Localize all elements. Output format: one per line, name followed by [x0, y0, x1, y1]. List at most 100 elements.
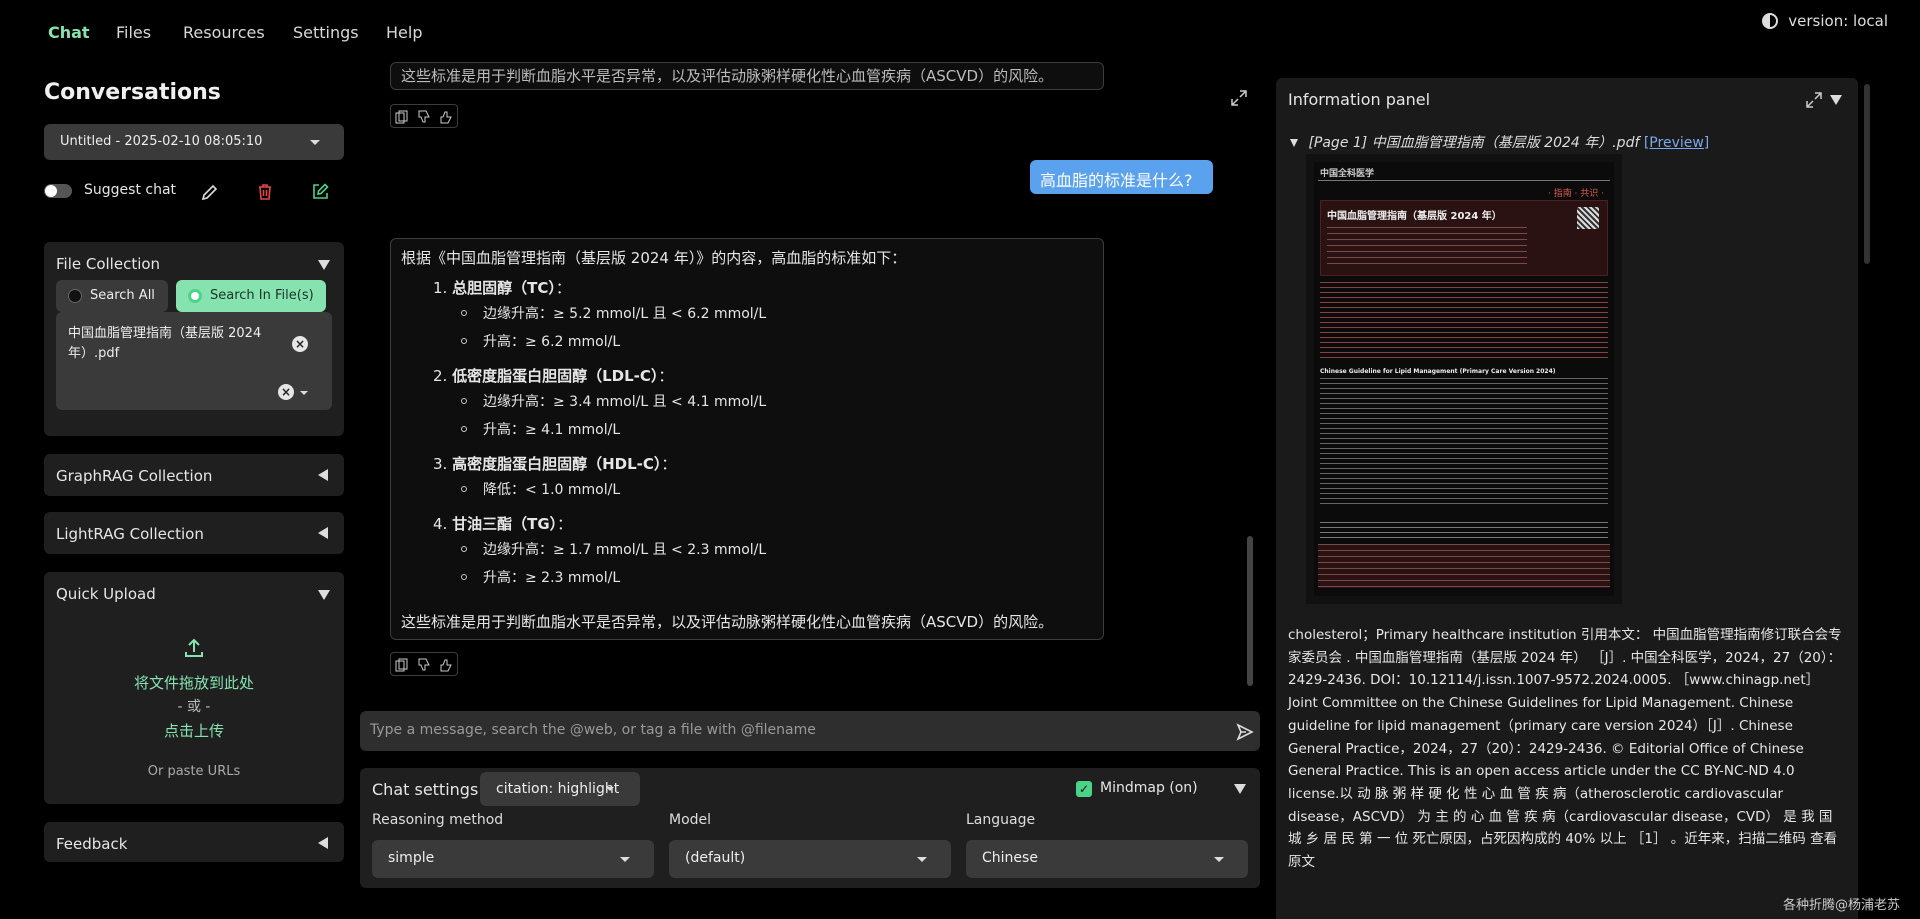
- conversation-select-value: Untitled - 2025-02-10 08:05:10: [60, 134, 263, 149]
- reasoning-select[interactable]: simple: [372, 840, 654, 878]
- answer-sub: 边缘升高：≥ 1.7 mmol/L 且 < 2.3 mmol/L: [483, 542, 767, 558]
- paste-urls-text[interactable]: Or paste URLs: [44, 764, 344, 779]
- expand-icon[interactable]: [318, 469, 328, 481]
- nav-settings[interactable]: Settings: [293, 23, 359, 42]
- click-upload-link[interactable]: 点击上传: [44, 720, 344, 741]
- search-all-button[interactable]: Search All: [56, 280, 168, 312]
- new-chat-icon[interactable]: [310, 182, 330, 202]
- answer-sub: 降低：< 1.0 mmol/L: [483, 482, 621, 498]
- chevron-down-icon: [620, 857, 630, 862]
- search-in-files-label: Search In File(s): [210, 288, 314, 303]
- watermark: 各种折腾@杨浦老苏: [1782, 898, 1900, 913]
- file-select-box[interactable]: 中国血脂管理指南（基层版 2024 年）.pdf × ×: [56, 312, 332, 410]
- upload-icon[interactable]: [182, 636, 206, 660]
- thumbs-up-icon[interactable]: [439, 657, 453, 672]
- answer-item-3: 3. 高密度脂蛋白胆固醇（HDL-C）：: [433, 455, 677, 473]
- qr-code-icon: [1577, 207, 1599, 229]
- graphrag-title: GraphRAG Collection: [56, 467, 213, 485]
- collapse-icon[interactable]: [1234, 784, 1246, 794]
- answer-sub: 边缘升高：≥ 3.4 mmol/L 且 < 4.1 mmol/L: [483, 394, 767, 410]
- bullet-icon: [461, 426, 467, 432]
- thumbs-down-icon[interactable]: [417, 657, 431, 671]
- assistant-answer: 根据《中国血脂管理指南（基层版 2024 年）》的内容，高血脂的标准如下： 1.…: [390, 238, 1104, 640]
- search-all-label: Search All: [90, 288, 155, 303]
- mindmap-label: Mindmap (on): [1100, 780, 1198, 796]
- answer-item-2: 2. 低密度脂蛋白胆固醇（LDL-C）：: [433, 367, 674, 385]
- answer-sub: 边缘升高：≥ 5.2 mmol/L 且 < 6.2 mmol/L: [483, 306, 767, 322]
- bullet-icon: [461, 546, 467, 552]
- radio-icon: [68, 289, 82, 303]
- collapse-icon[interactable]: [318, 260, 330, 270]
- chat-scrollbar[interactable]: [1247, 536, 1253, 686]
- chat-settings-panel: Chat settings citation: highlight ✓ Mind…: [360, 768, 1260, 888]
- fullscreen-icon[interactable]: [1806, 92, 1822, 108]
- nav-resources[interactable]: Resources: [183, 23, 265, 42]
- doc-title: 中国血脂管理指南（基层版 2024 年）: [1327, 211, 1502, 222]
- remove-file-icon[interactable]: ×: [292, 336, 308, 352]
- doc-en-title: Chinese Guideline for Lipid Management (…: [1320, 368, 1556, 375]
- doc-authors: [1327, 227, 1527, 267]
- disclosure-icon[interactable]: [1290, 139, 1298, 147]
- doc-header-logo: 中国全科医学: [1320, 169, 1375, 179]
- answer-sub: 升高：≥ 6.2 mmol/L: [483, 334, 621, 350]
- language-select[interactable]: Chinese: [966, 840, 1248, 878]
- message-actions: [390, 104, 458, 128]
- trash-icon[interactable]: [255, 182, 275, 202]
- reasoning-select-value: simple: [388, 850, 435, 866]
- drop-zone-text[interactable]: 将文件拖放到此处: [44, 672, 344, 693]
- version-area: version: local: [1762, 12, 1888, 30]
- graphrag-panel[interactable]: GraphRAG Collection: [44, 454, 344, 496]
- copy-icon[interactable]: [395, 657, 409, 672]
- doc-divider: [1318, 180, 1610, 181]
- thumbs-up-icon[interactable]: [439, 109, 453, 124]
- nav-help[interactable]: Help: [386, 23, 422, 42]
- lightrag-panel[interactable]: LightRAG Collection: [44, 512, 344, 554]
- info-scrollbar[interactable]: [1864, 84, 1870, 264]
- bullet-icon: [461, 486, 467, 492]
- file-collection-title[interactable]: File Collection: [56, 255, 160, 273]
- feedback-title: Feedback: [56, 835, 128, 853]
- pencil-icon[interactable]: [200, 182, 220, 202]
- nav-chat[interactable]: Chat: [48, 23, 90, 42]
- language-label: Language: [966, 812, 1036, 828]
- expand-icon[interactable]: [1231, 90, 1247, 106]
- mindmap-checkbox[interactable]: ✓: [1076, 781, 1092, 797]
- send-icon: [1236, 723, 1254, 741]
- preview-link[interactable]: [Preview]: [1644, 135, 1709, 151]
- collapse-icon[interactable]: [318, 590, 330, 600]
- model-select[interactable]: (default): [669, 840, 951, 878]
- expand-icon[interactable]: [318, 527, 328, 539]
- information-text: cholesterol；Primary healthcare instituti…: [1288, 627, 1842, 871]
- feedback-panel[interactable]: Feedback: [44, 822, 344, 862]
- thumbs-down-icon[interactable]: [417, 109, 431, 123]
- previous-answer-box: 这些标准是用于判断血脂水平是否异常，以及评估动脉粥样硬化性心血管疾病（ASCVD…: [390, 62, 1104, 90]
- chevron-down-icon: [606, 787, 614, 791]
- search-in-files-button[interactable]: Search In File(s): [176, 280, 326, 312]
- clear-all-icon[interactable]: ×: [278, 384, 294, 400]
- quick-upload-title[interactable]: Quick Upload: [56, 585, 156, 603]
- conversation-select[interactable]: Untitled - 2025-02-10 08:05:10: [44, 124, 344, 160]
- selected-file-chip: 中国血脂管理指南（基层版 2024 年）.pdf: [68, 326, 262, 361]
- suggest-chat-toggle[interactable]: [44, 184, 72, 198]
- document-preview-image[interactable]: 中国全科医学 · 指南 · 共识 · 中国血脂管理指南（基层版 2024 年） …: [1306, 154, 1622, 604]
- bullet-icon: [461, 310, 467, 316]
- suggest-chat-label: Suggest chat: [84, 182, 177, 198]
- citation-select[interactable]: citation: highlight: [480, 772, 640, 806]
- chevron-down-icon: [917, 857, 927, 862]
- doc-abstract-en: [1320, 378, 1608, 508]
- copy-icon[interactable]: [395, 109, 409, 124]
- model-select-value: (default): [685, 850, 746, 866]
- chevron-down-icon[interactable]: [300, 391, 308, 395]
- send-button[interactable]: [1230, 711, 1260, 751]
- doc-abstract-cn: [1320, 282, 1608, 362]
- answer-item-4: 4. 甘油三酯（TG）：: [433, 515, 573, 533]
- nav-files[interactable]: Files: [116, 23, 151, 42]
- citation-select-value: citation: highlight: [496, 781, 620, 797]
- reasoning-label: Reasoning method: [372, 812, 504, 828]
- theme-toggle-icon[interactable]: [1762, 13, 1779, 29]
- expand-icon[interactable]: [318, 837, 328, 849]
- chat-input[interactable]: Type a message, search the @web, or tag …: [360, 711, 1230, 751]
- chevron-down-icon: [310, 140, 320, 145]
- answer-conclusion: 这些标准是用于判断血脂水平是否异常，以及评估动脉粥样硬化性心血管疾病（ASCVD…: [401, 613, 1054, 631]
- collapse-icon[interactable]: [1830, 95, 1842, 105]
